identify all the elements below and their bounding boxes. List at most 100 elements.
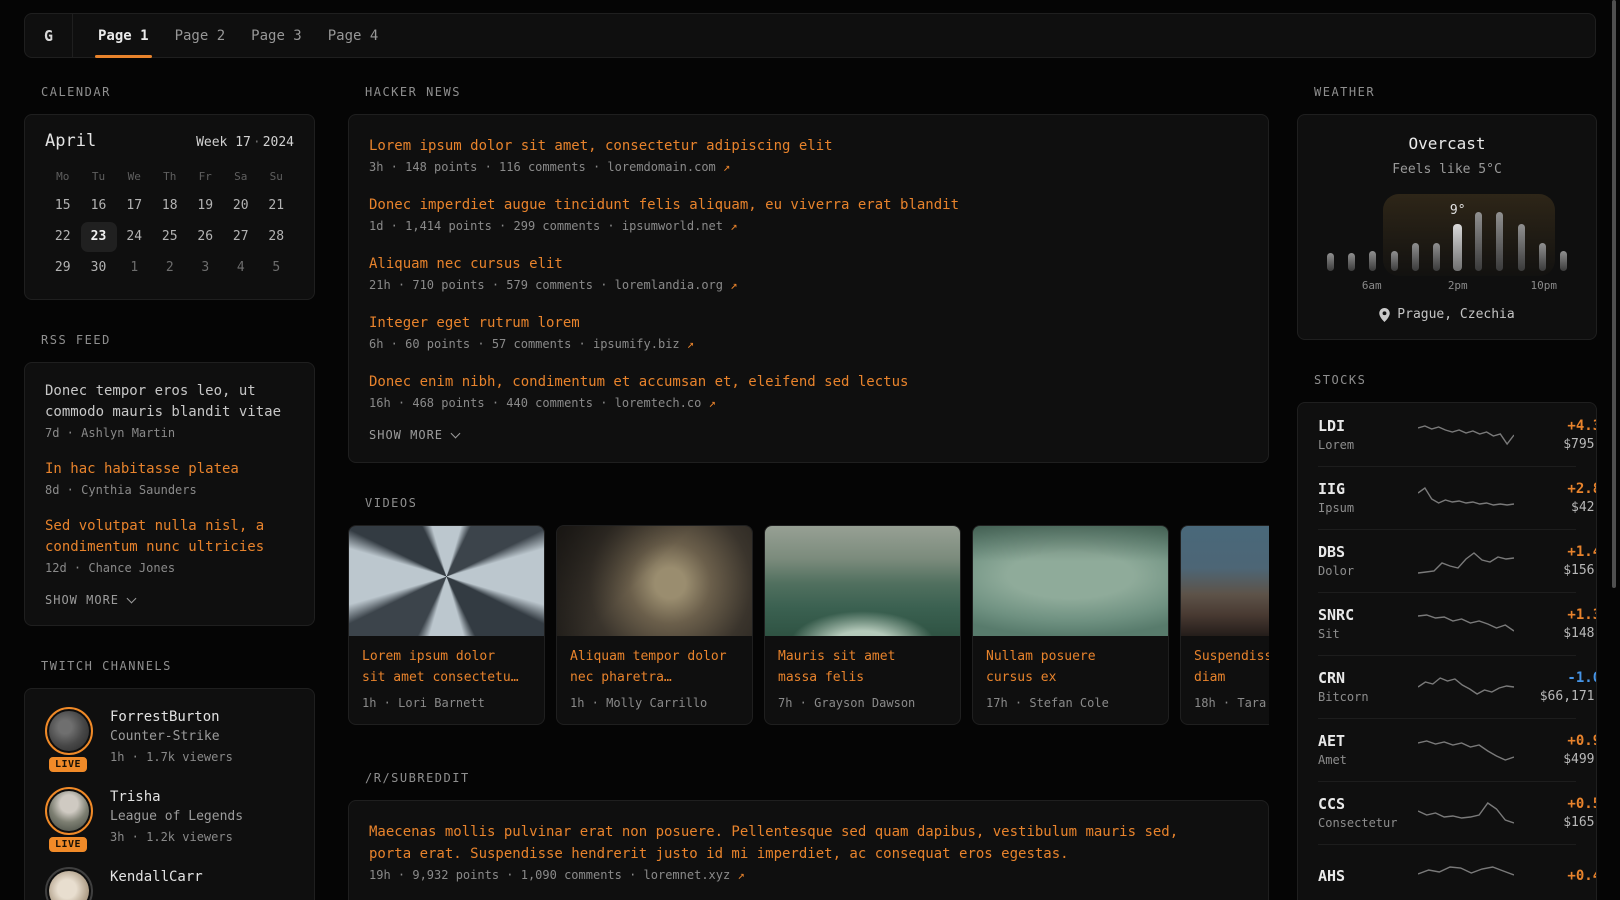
calendar-day: 21 (259, 190, 295, 221)
calendar-day: 26 (188, 221, 224, 252)
calendar-day-number: 28 (268, 229, 284, 244)
stock-sparkline (1418, 672, 1514, 702)
stock-name: Ipsum (1318, 499, 1418, 517)
video-meta: 1h · Molly Carrillo (570, 696, 739, 710)
channel-viewers: 3h · 1.2k viewers (110, 827, 243, 847)
hackernews-widget: HACKER NEWS Lorem ipsum dolor sit amet, … (348, 85, 1269, 463)
hackernews-link[interactable]: Donec enim nibh, condimentum et accumsan… (369, 371, 1248, 393)
rss-meta: 12d · Chance Jones (45, 558, 294, 579)
calendar-day-header: Fr (188, 164, 224, 190)
channel-info: TrishaLeague of Legends3h · 1.2k viewers (110, 787, 243, 847)
calendar-day: 18 (152, 190, 188, 221)
video-title-link[interactable]: Nullam posuere cursus ex (986, 646, 1155, 688)
tab-page-1[interactable]: Page 1 (85, 14, 162, 57)
calendar-day-header: Sa (223, 164, 259, 190)
hackernews-link[interactable]: Lorem ipsum dolor sit amet, consectetur … (369, 135, 1248, 157)
weather-bar-slot (1468, 209, 1489, 271)
video-card-body: Mauris sit amet massa felis7h · Grayson … (765, 636, 960, 724)
calendar-day-number: 1 (130, 260, 138, 275)
stock-id: DBSDolor (1318, 542, 1418, 580)
video-thumbnail[interactable] (349, 526, 544, 636)
stock-row-CRN[interactable]: CRNBitcorn-1.00%$66,171.48 (1298, 655, 1596, 718)
video-meta: 1h · Lori Barnett (362, 696, 531, 710)
calendar-day-number: 15 (55, 198, 71, 213)
weather-bar (1369, 251, 1376, 271)
stock-row-CCS[interactable]: CCSConsectetur+0.51%$165.84 (1298, 781, 1596, 844)
video-card: Suspendisse diam18h · Tara (1180, 525, 1269, 725)
stock-ticker: CCS (1318, 794, 1418, 814)
calendar-day: 15 (45, 190, 81, 221)
scrollbar-thumb[interactable] (1612, 0, 1616, 588)
stock-row-AET[interactable]: AETAmet+0.92%$499.72 (1298, 718, 1596, 781)
hackernews-link[interactable]: Aliquam nec cursus elit (369, 253, 1248, 275)
stock-price: $165.84 (1514, 814, 1597, 832)
hackernews-meta: 21h · 710 points · 579 comments · loreml… (369, 275, 1248, 296)
time-label: 2pm (1448, 279, 1468, 292)
video-title-link[interactable]: Mauris sit amet massa felis (778, 646, 947, 688)
video-thumbnail[interactable] (765, 526, 960, 636)
avatar (45, 787, 93, 835)
twitch-channel-row[interactable]: LIVEForrestBurtonCounter-Strike1h · 1.7k… (45, 707, 294, 767)
calendar-week-year: Week 17·2024 (196, 135, 294, 150)
calendar-year: 2024 (263, 135, 294, 150)
rss-link[interactable]: Sed volutpat nulla nisl, a condimentum n… (45, 516, 294, 558)
external-link-icon: ↗ (723, 160, 730, 174)
stock-price: $66,171.48 (1514, 688, 1597, 706)
time-label: 10pm (1531, 279, 1558, 292)
rss-link[interactable]: Donec tempor eros leo, ut commodo mauris… (45, 381, 294, 423)
subreddit-card: Maecenas mollis pulvinar erat non posuer… (348, 800, 1269, 900)
hackernews-item: Donec imperdiet augue tincidunt felis al… (369, 194, 1248, 237)
twitch-channel-row[interactable]: LIVETrishaLeague of Legends3h · 1.2k vie… (45, 787, 294, 847)
video-thumbnail[interactable] (1181, 526, 1269, 636)
stock-price: $499.72 (1514, 751, 1597, 769)
channel-game: Counter-Strike (110, 727, 233, 747)
rss-meta: 7d · Ashlyn Martin (45, 423, 294, 444)
weather-hourly-chart: 9° (1318, 209, 1576, 271)
stocks-section-title: STOCKS (1297, 373, 1597, 388)
stock-change: +1.42% (1514, 542, 1597, 562)
calendar-day-header: Su (259, 164, 295, 190)
video-title-link[interactable]: Lorem ipsum dolor sit amet consectetu… (362, 646, 531, 688)
hackernews-link[interactable]: Donec imperdiet augue tincidunt felis al… (369, 194, 1248, 216)
stock-name: Amet (1318, 751, 1418, 769)
rss-card: Donec tempor eros leo, ut commodo mauris… (24, 362, 315, 626)
weather-bar (1453, 224, 1462, 271)
calendar-day-header: Mo (45, 164, 81, 190)
subreddit-widget: /R/SUBREDDIT Maecenas mollis pulvinar er… (348, 771, 1269, 900)
stock-row-LDI[interactable]: LDILorem+4.35%$795.18 (1298, 403, 1596, 466)
rss-show-more-button[interactable]: SHOW MORE (45, 593, 294, 607)
video-thumbnail[interactable] (973, 526, 1168, 636)
weather-bar-slot (1341, 209, 1362, 271)
stock-sparkline (1418, 609, 1514, 639)
stock-row-IIG[interactable]: IIGIpsum+2.84%$42.04 (1298, 466, 1596, 529)
video-meta: 17h · Stefan Cole (986, 696, 1155, 710)
subreddit-link[interactable]: Maecenas mollis pulvinar erat non posuer… (369, 821, 1248, 865)
active-tab-underline (95, 55, 152, 58)
stock-name: Dolor (1318, 562, 1418, 580)
rss-item: Donec tempor eros leo, ut commodo mauris… (45, 381, 294, 444)
stock-price: $156.28 (1514, 562, 1597, 580)
video-title-link[interactable]: Aliquam tempor dolor nec pharetra… (570, 646, 739, 688)
tab-page-2[interactable]: Page 2 (162, 14, 239, 57)
tab-page-3[interactable]: Page 3 (238, 14, 315, 57)
stock-row-DBS[interactable]: DBSDolor +1.42%$156.28 (1298, 529, 1596, 592)
video-thumbnail[interactable] (557, 526, 752, 636)
logo[interactable]: G (25, 14, 73, 57)
rss-link[interactable]: In hac habitasse platea (45, 459, 294, 480)
stock-change: +0.46% (1514, 866, 1597, 886)
hackernews-show-more-button[interactable]: SHOW MORE (369, 428, 1248, 442)
hackernews-link[interactable]: Integer eget rutrum lorem (369, 312, 1248, 334)
stock-row-SNRC[interactable]: SNRCSit+1.36%$148.64 (1298, 592, 1596, 655)
calendar-separator: · (251, 135, 263, 150)
video-card: Nullam posuere cursus ex 17h · Stefan Col… (972, 525, 1169, 725)
calendar-day: 28 (259, 221, 295, 252)
stock-row-AHS[interactable]: AHS+0.46% (1298, 844, 1596, 900)
tab-page-4[interactable]: Page 4 (315, 14, 392, 57)
calendar-day: 30 (81, 252, 117, 283)
twitch-channel-row[interactable]: KendallCarr (45, 867, 294, 900)
calendar-day: 2 (152, 252, 188, 283)
video-title-link[interactable]: Suspendisse diam (1194, 646, 1269, 688)
weather-bar-slot (1553, 209, 1574, 271)
twitch-card: LIVEForrestBurtonCounter-Strike1h · 1.7k… (24, 688, 315, 900)
stock-price: $42.04 (1514, 499, 1597, 517)
